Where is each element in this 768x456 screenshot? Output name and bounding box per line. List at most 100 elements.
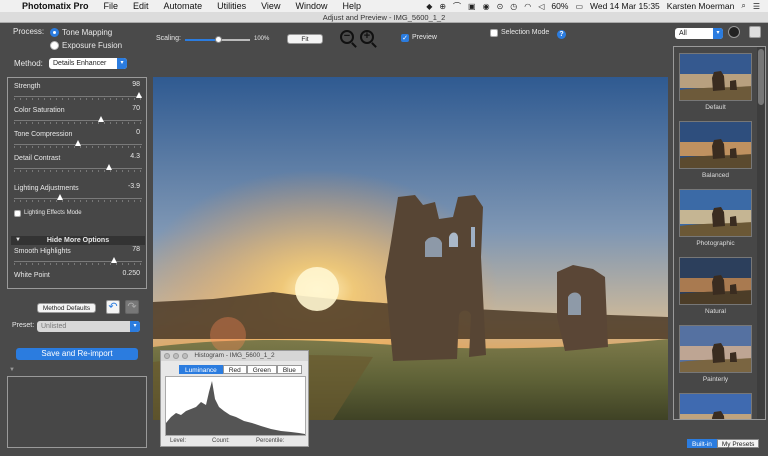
zoom-icon[interactable] — [182, 353, 188, 359]
preview-checkbox[interactable]: ✓ — [401, 34, 409, 42]
preset-thumbnail[interactable] — [679, 53, 752, 101]
tab-luminance[interactable]: Luminance — [179, 365, 223, 374]
preset-item[interactable] — [679, 393, 752, 419]
count-label: Count: — [212, 438, 230, 444]
clock[interactable]: Wed 14 Mar 15:35 — [590, 1, 660, 11]
slider-value[interactable]: 0.250 — [122, 270, 140, 277]
user-name[interactable]: Karsten Moerman — [667, 1, 735, 11]
slider-thumb[interactable] — [110, 257, 117, 263]
menu-edit[interactable]: Edit — [133, 1, 149, 11]
preset-thumbnail[interactable] — [679, 189, 752, 237]
preset-thumbnail[interactable] — [679, 257, 752, 305]
exposure-fusion-label[interactable]: Exposure Fusion — [62, 41, 122, 50]
tab-red[interactable]: Red — [222, 365, 247, 374]
preset-item[interactable]: Default — [679, 53, 752, 111]
search-icon[interactable]: ⌕ — [741, 1, 745, 11]
histogram-tabs: Luminance Red Green Blue — [179, 365, 302, 374]
slider-value[interactable]: -3.9 — [128, 183, 140, 190]
slider-track[interactable] — [14, 168, 142, 169]
slider-track[interactable] — [14, 120, 142, 121]
menu-utilities[interactable]: Utilities — [217, 1, 246, 11]
preset-select[interactable]: Unlisted ▾ — [37, 321, 140, 332]
status-icon[interactable]: ⊙ — [497, 2, 504, 11]
slider-thumb[interactable] — [136, 92, 143, 98]
preset-thumbnail[interactable] — [679, 393, 752, 419]
tab-built-in[interactable]: Built-in — [687, 439, 717, 448]
slider-label: Tone Compression — [14, 131, 73, 138]
slider-value[interactable]: 98 — [132, 81, 140, 88]
notes-box — [7, 376, 147, 448]
slider-value[interactable]: 4.3 — [130, 153, 140, 160]
tone-mapping-label[interactable]: Tone Mapping — [62, 28, 112, 37]
tab-blue[interactable]: Blue — [276, 365, 302, 374]
preset-item[interactable]: Photographic — [679, 189, 752, 247]
status-icon[interactable]: ◉ — [483, 2, 490, 11]
menu-automate[interactable]: Automate — [164, 1, 203, 11]
histogram-chart[interactable] — [165, 376, 306, 436]
slider-label: White Point — [14, 272, 50, 279]
save-and-reimport-button[interactable]: Save and Re-import — [16, 348, 138, 360]
preset-thumbnail[interactable] — [679, 325, 752, 373]
exposure-fusion-radio[interactable] — [50, 41, 59, 50]
menu-help[interactable]: Help — [342, 1, 361, 11]
grid-view-icon[interactable] — [749, 26, 761, 38]
hide-more-options-bar[interactable]: ▼ Hide More Options — [11, 236, 145, 245]
slider-track[interactable] — [14, 261, 142, 262]
undo-icon[interactable]: ↶ — [106, 300, 120, 314]
slider-value[interactable]: 78 — [132, 246, 140, 253]
preset-item[interactable]: Balanced — [679, 121, 752, 179]
status-icon[interactable]: ◆ — [426, 2, 432, 11]
fit-button[interactable]: Fit — [287, 34, 323, 44]
status-icon[interactable]: ⌒ — [453, 1, 461, 12]
menu-view[interactable]: View — [261, 1, 280, 11]
tab-green[interactable]: Green — [246, 365, 277, 374]
presets-scrollbar[interactable] — [757, 47, 765, 419]
status-icon[interactable]: ▣ — [468, 2, 476, 11]
volume-icon[interactable]: ◁ — [538, 2, 544, 11]
level-label: Level: — [170, 438, 187, 444]
gear-icon[interactable] — [728, 26, 740, 38]
disclosure-triangle-icon[interactable]: ▼ — [9, 367, 15, 373]
slider-value[interactable]: 0 — [136, 129, 140, 136]
slider-thumb[interactable] — [57, 194, 64, 200]
slider-thumb[interactable] — [75, 140, 81, 146]
close-icon[interactable] — [164, 353, 170, 359]
preview-label[interactable]: Preview — [412, 34, 437, 41]
time-machine-icon[interactable]: ◷ — [510, 2, 517, 11]
lighting-effects-label[interactable]: Lighting Effects Mode — [24, 210, 82, 216]
preset-item[interactable]: Painterly — [679, 325, 752, 383]
scaling-slider-thumb[interactable] — [214, 36, 222, 43]
lighting-effects-checkbox[interactable] — [14, 210, 21, 217]
zoom-in-icon[interactable]: + — [360, 30, 374, 44]
method-select[interactable]: Details Enhancer ▾ — [49, 58, 127, 69]
tab-my-presets[interactable]: My Presets — [716, 439, 760, 448]
slider-track[interactable] — [14, 198, 142, 199]
zoom-out-icon[interactable]: − — [340, 30, 354, 44]
slider-thumb[interactable] — [105, 164, 112, 170]
preset-item[interactable]: Natural — [679, 257, 752, 315]
histogram-window[interactable]: Histogram - IMG_5600_1_2 Luminance Red G… — [160, 350, 309, 447]
selection-mode-checkbox[interactable] — [490, 29, 498, 37]
percentile-label: Percentile: — [256, 438, 285, 444]
minimize-icon[interactable] — [173, 353, 179, 359]
menu-app[interactable]: Photomatix Pro — [22, 1, 89, 11]
preset-filter-select[interactable]: All ▾ — [675, 28, 723, 39]
scaling-slider[interactable] — [185, 36, 250, 43]
slider-value[interactable]: 70 — [132, 105, 140, 112]
status-icon[interactable]: ⊕ — [439, 2, 446, 11]
method-defaults-button[interactable]: Method Defaults — [37, 303, 96, 313]
slider-thumb[interactable] — [98, 116, 105, 122]
tone-mapping-radio[interactable] — [50, 28, 59, 37]
wifi-icon[interactable]: ◠ — [524, 2, 531, 11]
scrollbar-thumb[interactable] — [758, 49, 764, 105]
histogram-titlebar[interactable]: Histogram - IMG_5600_1_2 — [161, 351, 308, 361]
help-icon[interactable]: ? — [557, 30, 566, 39]
battery-icon[interactable]: ▭ — [575, 2, 583, 11]
menu-list-icon[interactable]: ☰ — [753, 2, 760, 11]
slider-track[interactable] — [14, 96, 142, 97]
menu-file[interactable]: File — [104, 1, 119, 11]
selection-mode-label[interactable]: Selection Mode — [501, 29, 549, 36]
redo-icon[interactable]: ↷ — [125, 300, 139, 314]
menu-window[interactable]: Window — [295, 1, 327, 11]
preset-thumbnail[interactable] — [679, 121, 752, 169]
